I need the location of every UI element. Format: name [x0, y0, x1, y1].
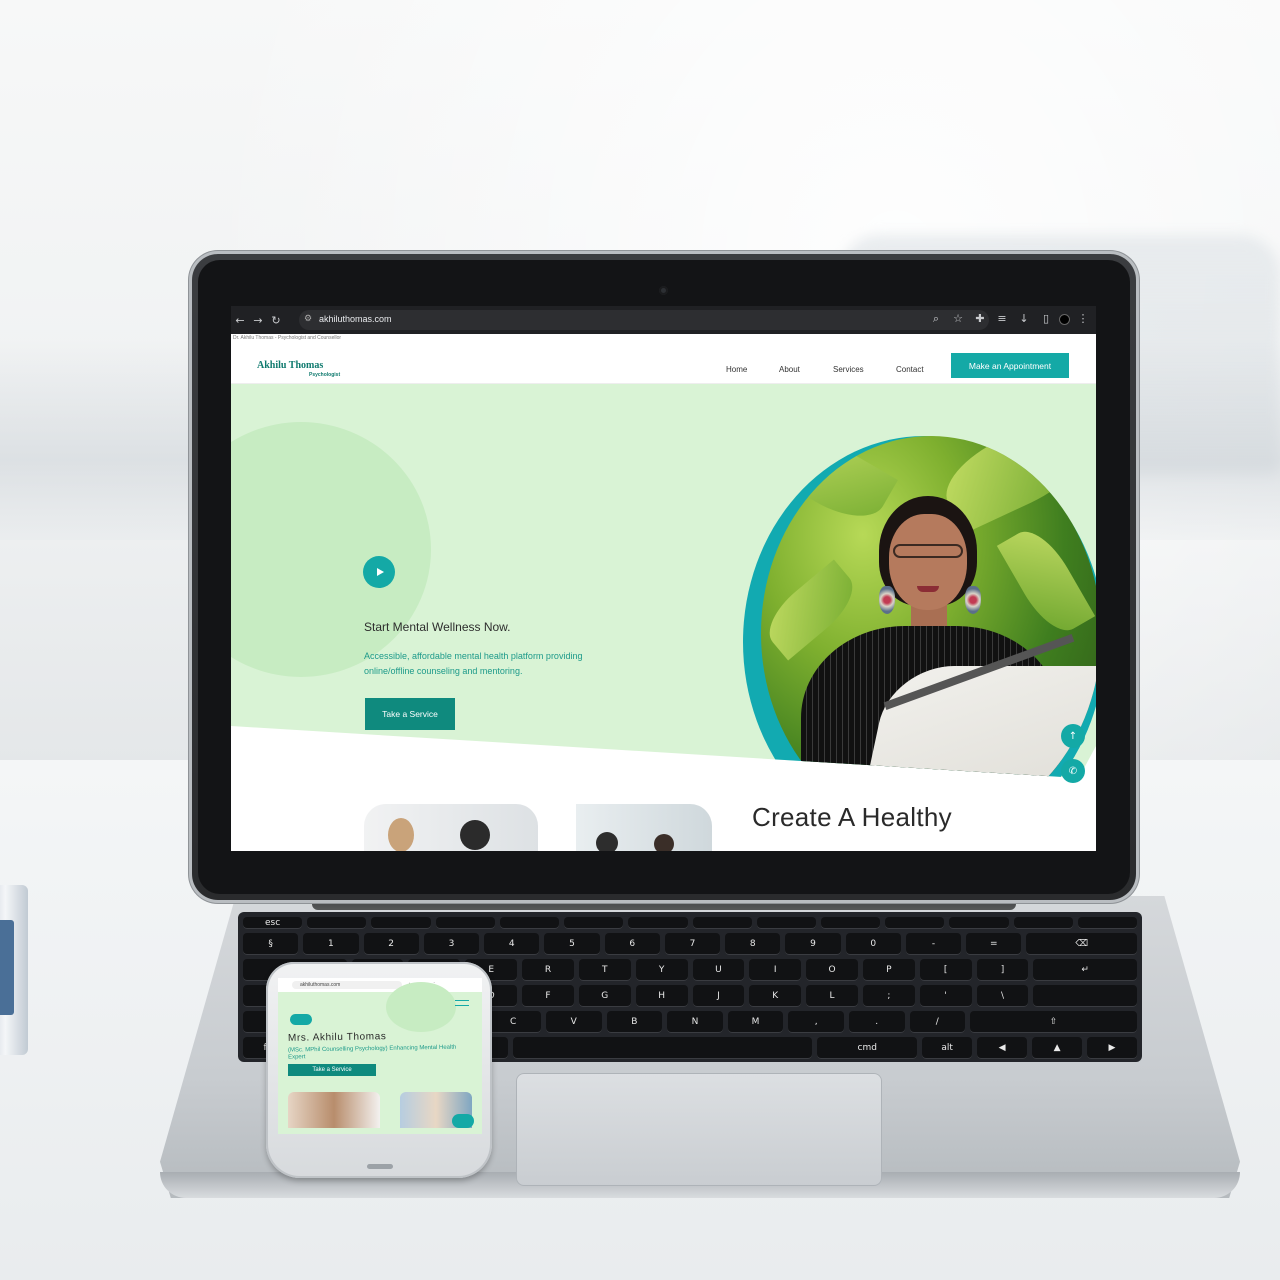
phone-play-button[interactable] — [290, 1014, 312, 1025]
broken-image-alt-text: Dr. Akhilu Thomas - Psychologist and Cou… — [233, 335, 342, 341]
play-video-button[interactable] — [363, 556, 395, 588]
laptop-trackpad — [516, 1073, 882, 1186]
phone-service-image-1 — [288, 1092, 380, 1128]
service-image-2 — [576, 804, 712, 851]
phone-take-service-button[interactable]: Take a Service — [288, 1064, 376, 1076]
download-icon[interactable]: ↓ — [1015, 312, 1033, 326]
hero-section: Start Mental Wellness Now. Accessible, a… — [231, 378, 1096, 778]
take-service-button[interactable]: Take a Service — [365, 698, 455, 730]
address-bar[interactable] — [299, 310, 989, 330]
nav-home[interactable]: Home — [726, 365, 747, 374]
laptop-screen: ← → ↻ ⚙ akhiluthomas.com ⌕ ☆ ✚ ≡ ↓ ▯ ⋮ D… — [231, 306, 1096, 851]
sidebar-icon[interactable]: ▯ — [1037, 312, 1055, 326]
back-icon[interactable]: ← — [231, 314, 249, 327]
phone-address-bar[interactable]: akhiluthomas.com — [292, 981, 402, 989]
whatsapp-icon: ✆ — [1068, 765, 1078, 777]
play-icon — [376, 568, 384, 576]
phone-screen: akhiluthomas.com + ▢ ⋮ Mrs. Akhilu Thoma… — [278, 978, 482, 1134]
zoom-icon[interactable]: ⌕ — [927, 312, 945, 326]
menu-kebab-icon[interactable]: ⋮ — [1074, 312, 1092, 326]
address-text[interactable]: akhiluthomas.com — [319, 314, 392, 324]
phone-hero-subtitle: (MSc. MPhil Counselling Psychology) Enha… — [287, 1044, 457, 1061]
reload-icon[interactable]: ↻ — [267, 314, 285, 327]
forward-icon[interactable]: → — [249, 314, 267, 327]
profile-avatar[interactable] — [1059, 314, 1070, 325]
hero-description: Accessible, affordable mental health pla… — [364, 651, 583, 676]
reading-list-icon[interactable]: ≡ — [993, 312, 1011, 326]
make-appointment-button[interactable]: Make an Appointment — [951, 353, 1069, 378]
hamburger-menu-icon[interactable] — [455, 1000, 469, 1006]
hero-decor-circle — [231, 422, 431, 677]
browser-toolbar: ← → ↻ ⚙ akhiluthomas.com ⌕ ☆ ✚ ≡ ↓ ▯ ⋮ — [231, 306, 1096, 334]
phone-browser-bar: akhiluthomas.com + ▢ ⋮ — [278, 978, 482, 992]
scroll-top-button[interactable]: ↑ — [1061, 724, 1085, 748]
phone-scroll-top-button[interactable] — [452, 1114, 474, 1128]
site-logo[interactable]: Akhilu Thomas — [257, 360, 323, 371]
nav-about[interactable]: About — [779, 365, 800, 374]
arrow-up-icon: ↑ — [1068, 730, 1078, 742]
portrait-photo — [761, 436, 1096, 778]
service-image-1 — [364, 804, 538, 851]
extensions-icon[interactable]: ✚ — [971, 312, 989, 326]
site-logo-subtitle: Psychologist — [309, 372, 341, 378]
portrait-face — [889, 514, 967, 610]
whatsapp-button[interactable]: ✆ — [1061, 759, 1085, 783]
phone-hero-title: Mrs. Akhilu Thomas — [287, 1031, 387, 1044]
site-header: Akhilu Thomas Psychologist Home About Se… — [231, 342, 1096, 384]
hero-title: Start Mental Wellness Now. — [364, 620, 511, 634]
browser-actions: ⌕ ☆ ✚ ≡ ↓ ▯ ⋮ — [927, 312, 1092, 326]
nav-services[interactable]: Services — [833, 365, 864, 374]
section-title: Create A Healthy — [752, 802, 952, 832]
bookmark-star-icon[interactable]: ☆ — [949, 312, 967, 326]
book-spine — [0, 920, 14, 1015]
key-esc: esc — [243, 917, 303, 929]
site-info-icon[interactable]: ⚙ — [304, 313, 312, 324]
portrait-glasses — [893, 544, 963, 558]
phone-speaker — [367, 1164, 393, 1169]
nav-contact[interactable]: Contact — [896, 365, 924, 374]
webcam — [659, 286, 668, 295]
